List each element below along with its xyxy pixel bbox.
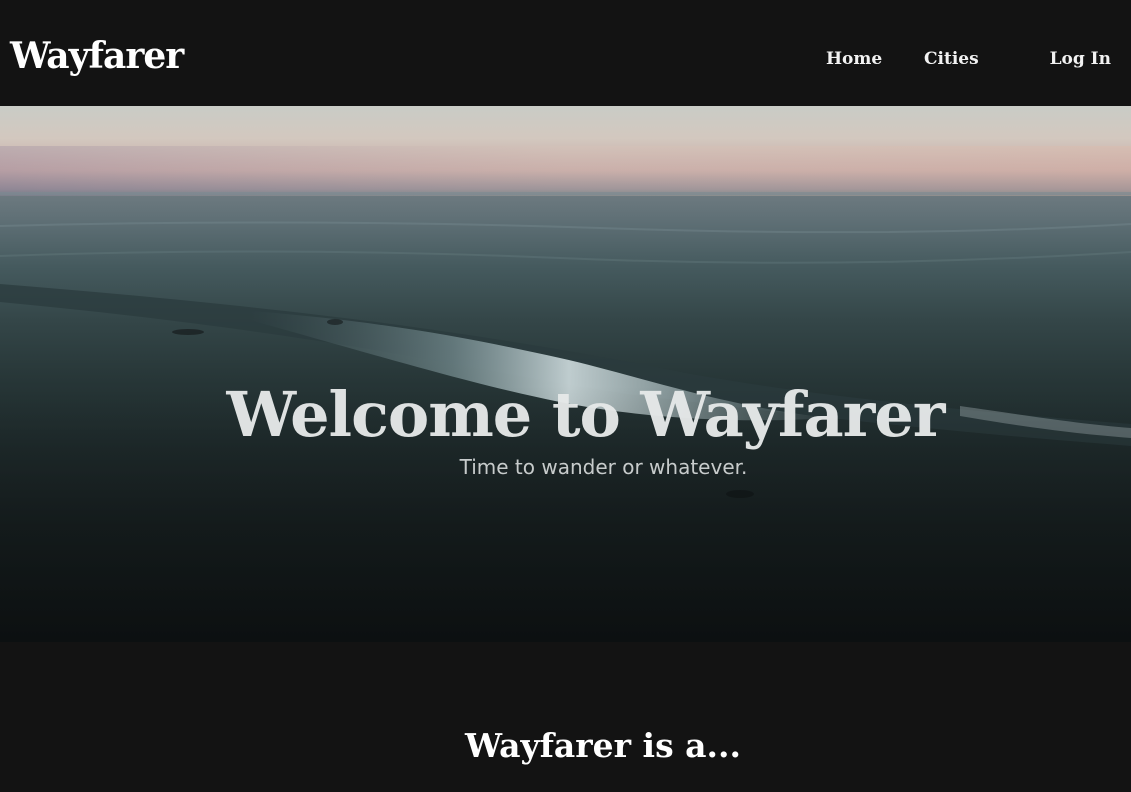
hero-title: Welcome to Wayfarer: [226, 377, 946, 451]
surfer-silhouette: [172, 329, 204, 335]
horizon-line: [0, 192, 1131, 195]
page: Wayfarer Home Cities Log In Welcome to W…: [0, 0, 1131, 792]
sky-glow: [0, 146, 1131, 196]
nav-link-login[interactable]: Log In: [1050, 47, 1111, 71]
hero-section: Welcome to Wayfarer Time to wander or wh…: [0, 106, 1131, 642]
nav-link-cities[interactable]: Cities: [924, 47, 979, 71]
brand-logo-link[interactable]: Wayfarer: [10, 32, 184, 80]
nav-link-home[interactable]: Home: [826, 47, 882, 71]
hero-subtitle: Time to wander or whatever.: [459, 455, 748, 479]
navbar: Wayfarer Home Cities Log In: [0, 0, 1131, 106]
about-heading: Wayfarer is a...: [464, 726, 742, 766]
